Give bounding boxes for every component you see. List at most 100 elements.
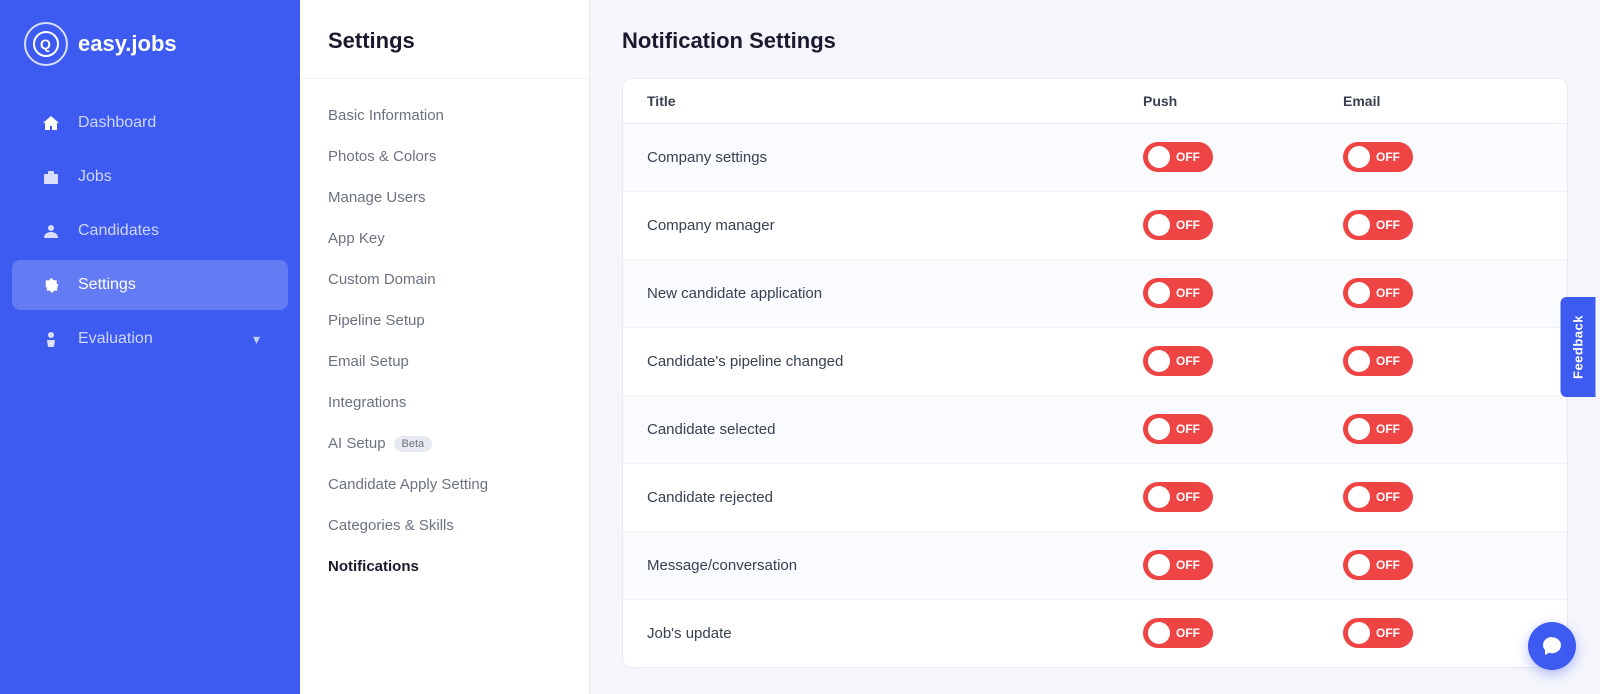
- toggle-label: OFF: [1376, 490, 1400, 504]
- push-toggle-button-new-candidate-application[interactable]: OFF: [1143, 278, 1213, 308]
- email-toggle-button-jobs-update[interactable]: OFF: [1343, 618, 1413, 648]
- push-toggle-candidate-selected[interactable]: OFF: [1143, 414, 1343, 445]
- toggle-circle: [1148, 214, 1170, 236]
- push-toggle-button-candidate-pipeline-changed[interactable]: OFF: [1143, 346, 1213, 376]
- sidebar-item-candidates[interactable]: Candidates: [12, 206, 288, 256]
- table-row: Candidate rejected OFF OFF: [623, 464, 1567, 532]
- email-toggle-jobs-update[interactable]: OFF: [1343, 618, 1543, 649]
- settings-menu: Basic Information Photos & Colors Manage…: [300, 79, 589, 603]
- toggle-label: OFF: [1376, 354, 1400, 368]
- email-toggle-company-manager[interactable]: OFF: [1343, 210, 1543, 241]
- row-title-candidate-pipeline-changed: Candidate's pipeline changed: [647, 353, 1143, 370]
- toggle-label: OFF: [1176, 218, 1200, 232]
- feedback-tab[interactable]: Feedback: [1561, 297, 1596, 397]
- email-toggle-candidate-rejected[interactable]: OFF: [1343, 482, 1543, 513]
- candidates-icon: [40, 220, 62, 242]
- toggle-circle: [1348, 214, 1370, 236]
- email-toggle-company-settings[interactable]: OFF: [1343, 142, 1543, 173]
- row-title-message-conversation: Message/conversation: [647, 557, 1143, 574]
- notification-table: Title Push Email Company settings OFF OF…: [622, 78, 1568, 668]
- menu-item-notifications[interactable]: Notifications: [300, 546, 589, 587]
- sidebar: Q easy.jobs Dashboard Jobs Candidates: [0, 0, 300, 694]
- toggle-circle: [1348, 554, 1370, 576]
- toggle-circle: [1148, 146, 1170, 168]
- logo-text: easy.jobs: [78, 31, 177, 57]
- email-toggle-button-company-manager[interactable]: OFF: [1343, 210, 1413, 240]
- logo-area: Q easy.jobs: [0, 0, 300, 88]
- toggle-label: OFF: [1176, 422, 1200, 436]
- toggle-label: OFF: [1176, 490, 1200, 504]
- toggle-label: OFF: [1376, 286, 1400, 300]
- push-toggle-button-company-settings[interactable]: OFF: [1143, 142, 1213, 172]
- email-toggle-button-new-candidate-application[interactable]: OFF: [1343, 278, 1413, 308]
- evaluation-label: Evaluation: [78, 330, 153, 348]
- email-toggle-candidate-pipeline-changed[interactable]: OFF: [1343, 346, 1543, 377]
- menu-item-manage-users[interactable]: Manage Users: [300, 177, 589, 218]
- menu-item-basic-information[interactable]: Basic Information: [300, 95, 589, 136]
- sidebar-item-dashboard[interactable]: Dashboard: [12, 98, 288, 148]
- settings-panel-title: Settings: [300, 28, 589, 79]
- push-toggle-company-manager[interactable]: OFF: [1143, 210, 1343, 241]
- menu-item-email-setup[interactable]: Email Setup: [300, 341, 589, 382]
- email-toggle-new-candidate-application[interactable]: OFF: [1343, 278, 1543, 309]
- push-toggle-button-jobs-update[interactable]: OFF: [1143, 618, 1213, 648]
- push-toggle-candidate-pipeline-changed[interactable]: OFF: [1143, 346, 1343, 377]
- table-row: Candidate's pipeline changed OFF OFF: [623, 328, 1567, 396]
- menu-item-integrations[interactable]: Integrations: [300, 382, 589, 423]
- toggle-circle: [1148, 622, 1170, 644]
- notification-content: Notification Settings Title Push Email C…: [590, 0, 1600, 694]
- menu-item-ai-setup[interactable]: AI Setup Beta: [300, 423, 589, 464]
- toggle-circle: [1348, 486, 1370, 508]
- email-toggle-button-company-settings[interactable]: OFF: [1343, 142, 1413, 172]
- table-row: Company manager OFF OFF: [623, 192, 1567, 260]
- menu-item-candidate-apply[interactable]: Candidate Apply Setting: [300, 464, 589, 505]
- row-title-jobs-update: Job's update: [647, 625, 1143, 642]
- push-toggle-company-settings[interactable]: OFF: [1143, 142, 1343, 173]
- candidates-label: Candidates: [78, 222, 159, 240]
- toggle-label: OFF: [1376, 558, 1400, 572]
- menu-item-custom-domain[interactable]: Custom Domain: [300, 259, 589, 300]
- push-toggle-button-company-manager[interactable]: OFF: [1143, 210, 1213, 240]
- email-toggle-button-candidate-selected[interactable]: OFF: [1343, 414, 1413, 444]
- header-email: Email: [1343, 93, 1543, 109]
- toggle-label: OFF: [1376, 626, 1400, 640]
- sidebar-item-jobs[interactable]: Jobs: [12, 152, 288, 202]
- push-toggle-button-message-conversation[interactable]: OFF: [1143, 550, 1213, 580]
- push-toggle-button-candidate-rejected[interactable]: OFF: [1143, 482, 1213, 512]
- email-toggle-message-conversation[interactable]: OFF: [1343, 550, 1543, 581]
- row-title-company-settings: Company settings: [647, 149, 1143, 166]
- beta-badge: Beta: [394, 436, 433, 452]
- toggle-label: OFF: [1376, 422, 1400, 436]
- menu-item-pipeline-setup[interactable]: Pipeline Setup: [300, 300, 589, 341]
- table-header: Title Push Email: [623, 79, 1567, 124]
- table-rows: Company settings OFF OFF Company manager…: [623, 124, 1567, 667]
- toggle-label: OFF: [1376, 150, 1400, 164]
- evaluation-icon: [40, 328, 62, 350]
- sidebar-item-evaluation[interactable]: Evaluation ▾: [12, 314, 288, 364]
- menu-item-photos-colors[interactable]: Photos & Colors: [300, 136, 589, 177]
- email-toggle-button-message-conversation[interactable]: OFF: [1343, 550, 1413, 580]
- menu-item-app-key[interactable]: App Key: [300, 218, 589, 259]
- menu-item-categories-skills[interactable]: Categories & Skills: [300, 505, 589, 546]
- push-toggle-candidate-rejected[interactable]: OFF: [1143, 482, 1343, 513]
- toggle-circle: [1348, 282, 1370, 304]
- push-toggle-new-candidate-application[interactable]: OFF: [1143, 278, 1343, 309]
- email-toggle-button-candidate-pipeline-changed[interactable]: OFF: [1343, 346, 1413, 376]
- table-row: Candidate selected OFF OFF: [623, 396, 1567, 464]
- push-toggle-message-conversation[interactable]: OFF: [1143, 550, 1343, 581]
- toggle-label: OFF: [1176, 354, 1200, 368]
- email-toggle-button-candidate-rejected[interactable]: OFF: [1343, 482, 1413, 512]
- toggle-circle: [1148, 282, 1170, 304]
- home-icon: [40, 112, 62, 134]
- chat-button[interactable]: [1528, 622, 1576, 670]
- toggle-label: OFF: [1176, 558, 1200, 572]
- svg-text:Q: Q: [40, 36, 51, 52]
- email-toggle-candidate-selected[interactable]: OFF: [1343, 414, 1543, 445]
- sidebar-item-settings[interactable]: Settings: [12, 260, 288, 310]
- table-row: New candidate application OFF OFF: [623, 260, 1567, 328]
- push-toggle-button-candidate-selected[interactable]: OFF: [1143, 414, 1213, 444]
- push-toggle-jobs-update[interactable]: OFF: [1143, 618, 1343, 649]
- toggle-circle: [1348, 622, 1370, 644]
- settings-icon: [40, 274, 62, 296]
- header-push: Push: [1143, 93, 1343, 109]
